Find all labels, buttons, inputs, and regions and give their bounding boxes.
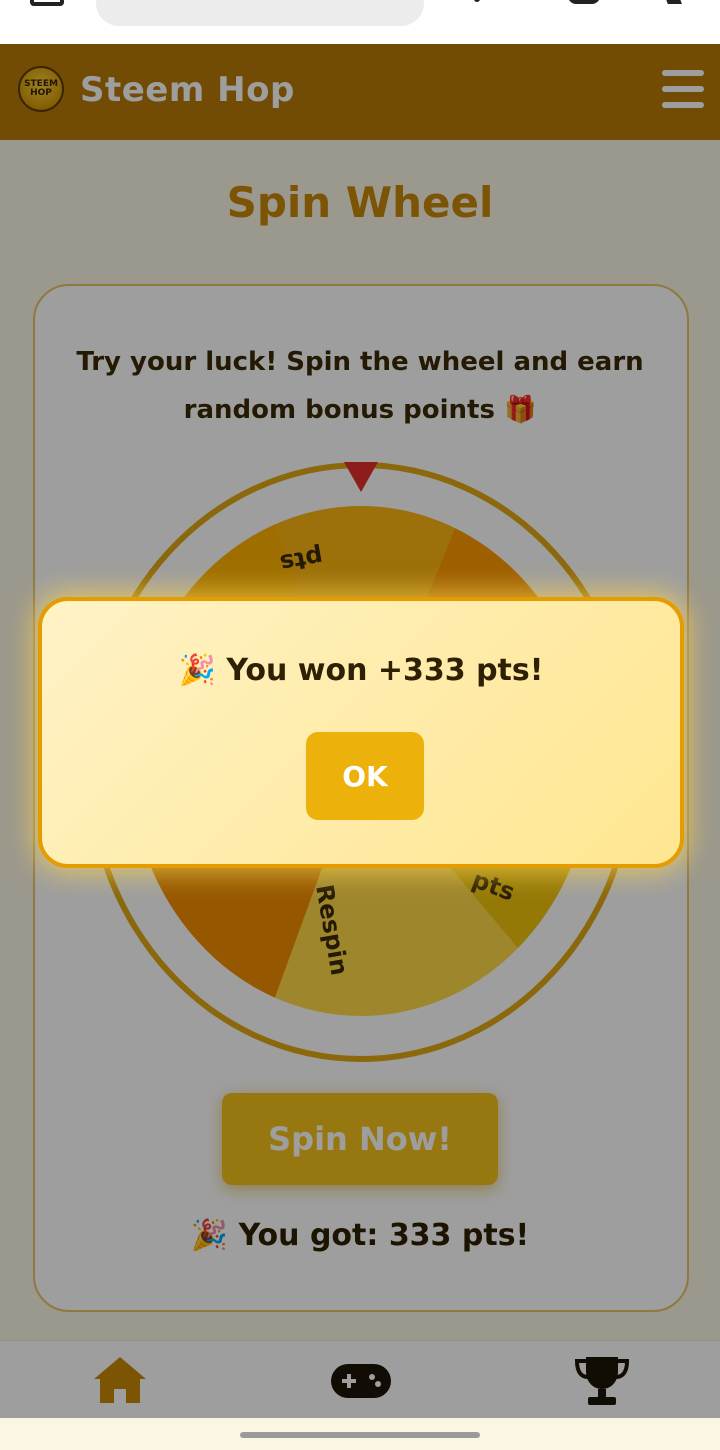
tabs-icon[interactable]: [30, 0, 64, 6]
tab-count-icon[interactable]: [568, 0, 600, 4]
win-dialog: 🎉 You won +333 pts! OK: [38, 597, 684, 868]
address-bar[interactable]: [96, 0, 424, 26]
share-icon[interactable]: [474, 0, 480, 2]
browser-toolbar: [0, 0, 720, 44]
ok-button[interactable]: OK: [306, 732, 424, 820]
win-message: 🎉 You won +333 pts!: [178, 653, 544, 688]
home-indicator[interactable]: [240, 1432, 480, 1438]
more-options-icon[interactable]: [664, 0, 682, 4]
